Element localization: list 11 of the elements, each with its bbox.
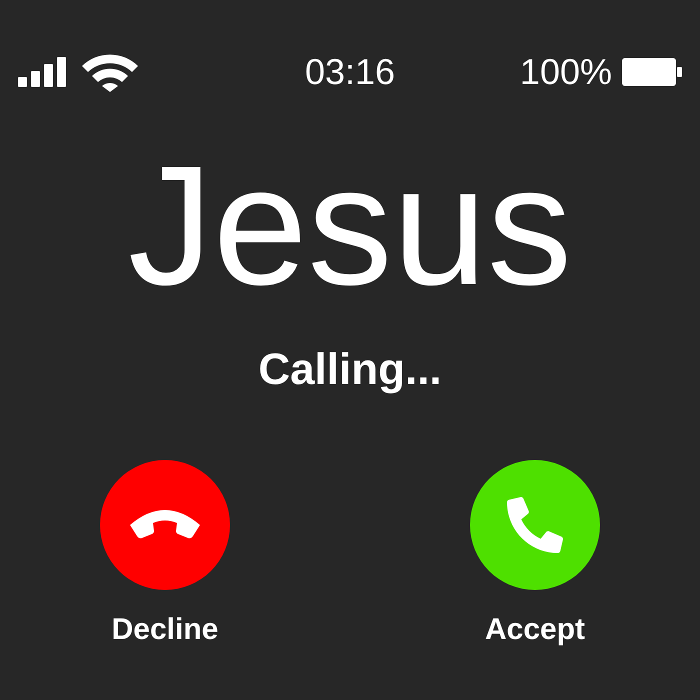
phone-icon [507, 497, 563, 553]
wifi-icon [80, 52, 140, 92]
call-status: Calling... [258, 348, 442, 392]
time: 03:16 [304, 54, 396, 90]
phone-icon [128, 509, 202, 541]
accept-label: Accept [484, 615, 586, 645]
caller-name: Jesus [128, 141, 572, 311]
decline-label: Decline [112, 615, 218, 645]
battery-icon [622, 58, 682, 86]
battery-percent: 100% [520, 54, 612, 90]
signal-icon [18, 57, 66, 87]
